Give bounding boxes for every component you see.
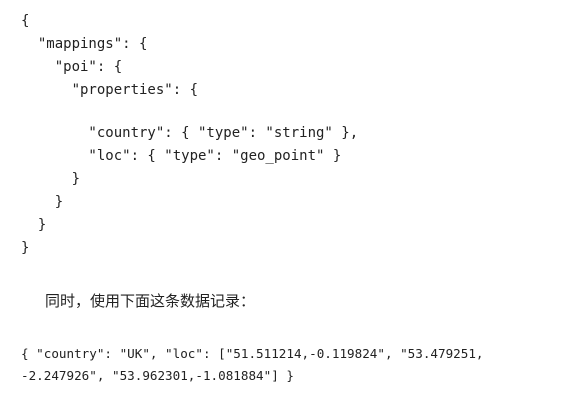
record-code-block: { "country": "UK", "loc": ["51.511214,-0… [21, 343, 484, 387]
record-line: { "country": "UK", "loc": ["51.511214,-0… [21, 346, 484, 361]
code-line: "mappings": { [21, 36, 148, 52]
body-paragraph: 同时，使用下面这条数据记录： [45, 292, 256, 310]
code-line: "properties": { [21, 82, 199, 98]
code-line: "poi": { [21, 59, 123, 75]
code-line: { [21, 13, 30, 29]
mapping-code-block: { "mappings": { "poi": { "properties": {… [21, 10, 358, 260]
code-line: "loc": { "type": "geo_point" } [21, 148, 342, 164]
record-line: -2.247926", "53.962301,-1.081884"] } [21, 368, 294, 383]
code-line: } [21, 171, 81, 187]
code-line: } [21, 194, 64, 210]
code-line: "country": { "type": "string" }, [21, 125, 359, 141]
document-page: { "mappings": { "poi": { "properties": {… [0, 0, 562, 404]
code-line: } [21, 217, 47, 233]
code-line: } [21, 240, 30, 256]
